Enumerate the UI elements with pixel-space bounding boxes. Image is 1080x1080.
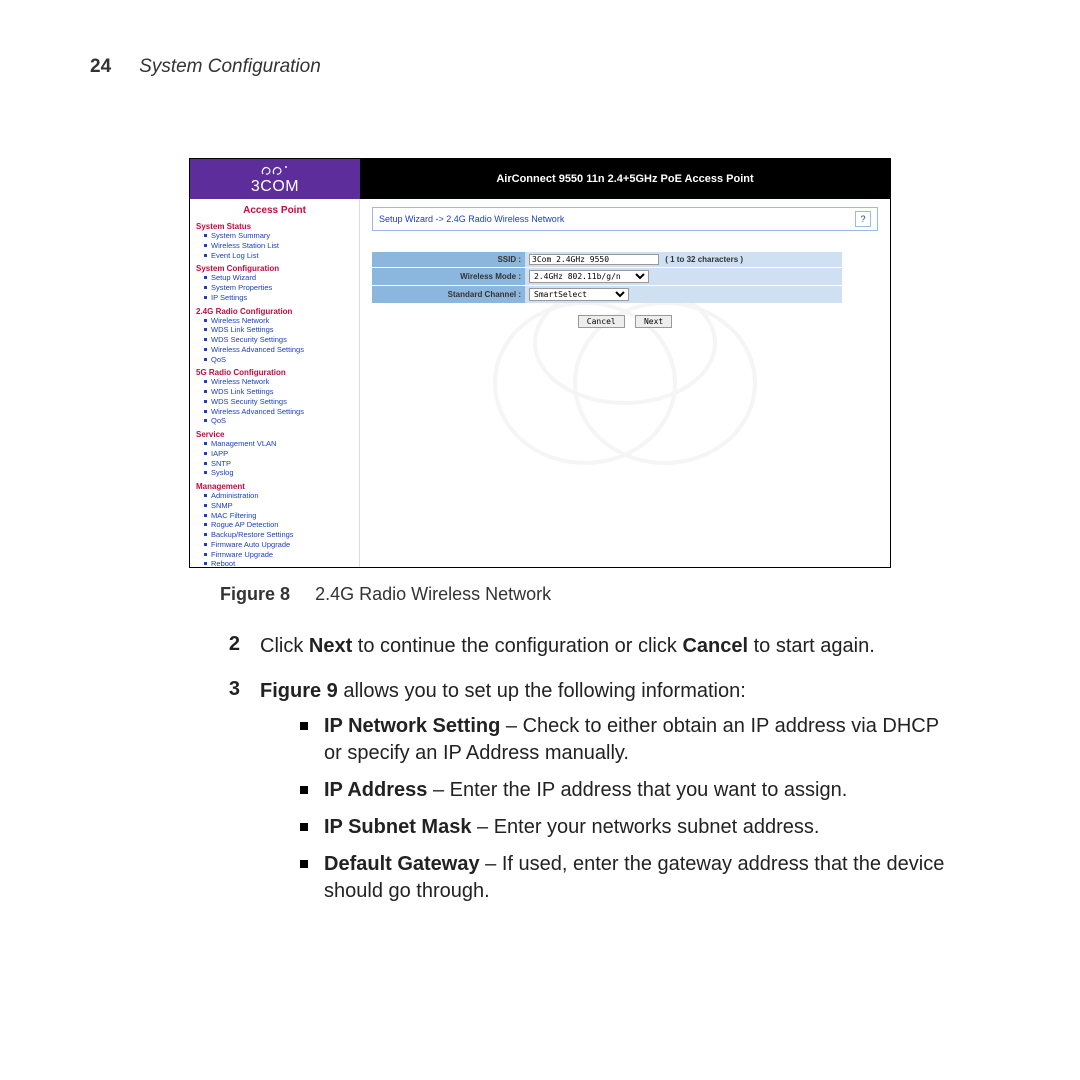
content-pane: Setup Wizard -> 2.4G Radio Wireless Netw…: [360, 199, 890, 567]
nav-item[interactable]: Wireless Station List: [204, 241, 353, 251]
step-number: 3: [220, 678, 240, 915]
mode-label: Wireless Mode :: [372, 268, 525, 286]
nav-item[interactable]: Setup Wizard: [204, 273, 353, 283]
step-number: 2: [220, 633, 240, 660]
wizard-form: SSID : ( 1 to 32 characters ) Wireless M…: [372, 251, 878, 328]
list-item: Default Gateway – If used, enter the gat…: [300, 851, 960, 905]
step-text: Figure 9 allows you to set up the follow…: [260, 678, 960, 915]
nav-item[interactable]: IP Settings: [204, 293, 353, 303]
step-2: 2 Click Next to continue the configurati…: [220, 633, 960, 660]
nav-item[interactable]: WDS Security Settings: [204, 397, 353, 407]
brand-name: 3COM: [251, 179, 299, 195]
nav-item[interactable]: Administration: [204, 491, 353, 501]
device-title-banner: AirConnect 9550 11n 2.4+5GHz PoE Access …: [360, 159, 890, 199]
ui-body: Access Point System Status System Summar…: [190, 199, 890, 567]
nav-item[interactable]: SNMP: [204, 501, 353, 511]
sidebar: Access Point System Status System Summar…: [190, 199, 360, 567]
nav-item[interactable]: Wireless Network: [204, 377, 353, 387]
step-3-bullets: IP Network Setting – Check to either obt…: [300, 713, 960, 905]
form-row-ssid: SSID : ( 1 to 32 characters ): [372, 252, 842, 268]
figure-label: Figure 8: [220, 584, 290, 604]
nav-item[interactable]: WDS Security Settings: [204, 335, 353, 345]
logo-swirl-icon: [260, 163, 290, 179]
nav-item[interactable]: WDS Link Settings: [204, 387, 353, 397]
nav-item[interactable]: SNTP: [204, 459, 353, 469]
breadcrumb: Setup Wizard -> 2.4G Radio Wireless Netw…: [372, 207, 878, 231]
breadcrumb-text: Setup Wizard -> 2.4G Radio Wireless Netw…: [379, 214, 564, 224]
nav-item[interactable]: Management VLAN: [204, 439, 353, 449]
nav-item[interactable]: QoS: [204, 355, 353, 365]
nav-item[interactable]: Backup/Restore Settings: [204, 530, 353, 540]
step-3: 3 Figure 9 allows you to set up the foll…: [220, 678, 960, 915]
manual-page: 24 System Configuration 3COM AirConnect …: [0, 0, 1080, 1080]
ssid-input[interactable]: [529, 254, 659, 265]
step-text: Click Next to continue the configuration…: [260, 633, 960, 660]
nav-item[interactable]: MAC Filtering: [204, 511, 353, 521]
nav-group-24g-radio: 2.4G Radio Configuration Wireless Networ…: [196, 307, 353, 365]
ssid-label: SSID :: [372, 252, 525, 268]
page-header: 24 System Configuration: [90, 56, 990, 78]
page-number: 24: [90, 56, 111, 78]
nav-item[interactable]: Wireless Network: [204, 316, 353, 326]
nav-item[interactable]: IAPP: [204, 449, 353, 459]
nav-group-5g-radio: 5G Radio Configuration Wireless Network …: [196, 368, 353, 426]
nav-group-service: Service Management VLAN IAPP SNTP Syslog: [196, 430, 353, 478]
channel-label: Standard Channel :: [372, 286, 525, 304]
help-button[interactable]: ?: [855, 211, 871, 227]
nav-item[interactable]: System Summary: [204, 231, 353, 241]
nav-group-system-status: System Status System Summary Wireless St…: [196, 222, 353, 260]
nav-group-title: 5G Radio Configuration: [196, 368, 353, 377]
figure-text: 2.4G Radio Wireless Network: [315, 584, 551, 604]
nav-group-title: 2.4G Radio Configuration: [196, 307, 353, 316]
cancel-button[interactable]: Cancel: [578, 315, 625, 328]
ssid-hint: ( 1 to 32 characters ): [665, 255, 743, 264]
nav-item[interactable]: Wireless Advanced Settings: [204, 345, 353, 355]
nav-group-title: Management: [196, 482, 353, 491]
nav-item[interactable]: Firmware Upgrade: [204, 550, 353, 560]
nav-group-title: System Status: [196, 222, 353, 231]
nav-group-title: System Configuration: [196, 264, 353, 273]
nav-item[interactable]: QoS: [204, 416, 353, 426]
form-row-mode: Wireless Mode : 2.4GHz 802.11b/g/n: [372, 268, 842, 286]
nav-item[interactable]: Syslog: [204, 468, 353, 478]
sidebar-title: Access Point: [196, 205, 353, 216]
manual-body: 2 Click Next to continue the configurati…: [220, 633, 960, 915]
brand-logo: 3COM: [190, 159, 360, 199]
nav-item[interactable]: System Properties: [204, 283, 353, 293]
nav-group-title: Service: [196, 430, 353, 439]
router-admin-screenshot: 3COM AirConnect 9550 11n 2.4+5GHz PoE Ac…: [189, 158, 891, 568]
nav-item[interactable]: Event Log List: [204, 251, 353, 261]
nav-item[interactable]: Rogue AP Detection: [204, 520, 353, 530]
mode-select[interactable]: 2.4GHz 802.11b/g/n: [529, 270, 649, 283]
list-item: IP Subnet Mask – Enter your networks sub…: [300, 814, 960, 841]
list-item: IP Network Setting – Check to either obt…: [300, 713, 960, 767]
nav-item[interactable]: Wireless Advanced Settings: [204, 407, 353, 417]
nav-group-management: Management Administration SNMP MAC Filte…: [196, 482, 353, 567]
nav-item[interactable]: WDS Link Settings: [204, 325, 353, 335]
channel-select[interactable]: SmartSelect: [529, 288, 629, 301]
nav-item[interactable]: Reboot: [204, 559, 353, 567]
ui-top-bar: 3COM AirConnect 9550 11n 2.4+5GHz PoE Ac…: [190, 159, 890, 199]
list-item: IP Address – Enter the IP address that y…: [300, 777, 960, 804]
nav-item[interactable]: Firmware Auto Upgrade: [204, 540, 353, 550]
figure-caption: Figure 8 2.4G Radio Wireless Network: [220, 584, 990, 605]
form-row-channel: Standard Channel : SmartSelect: [372, 286, 842, 304]
section-title: System Configuration: [139, 56, 321, 78]
nav-group-system-config: System Configuration Setup Wizard System…: [196, 264, 353, 302]
next-button[interactable]: Next: [635, 315, 672, 328]
